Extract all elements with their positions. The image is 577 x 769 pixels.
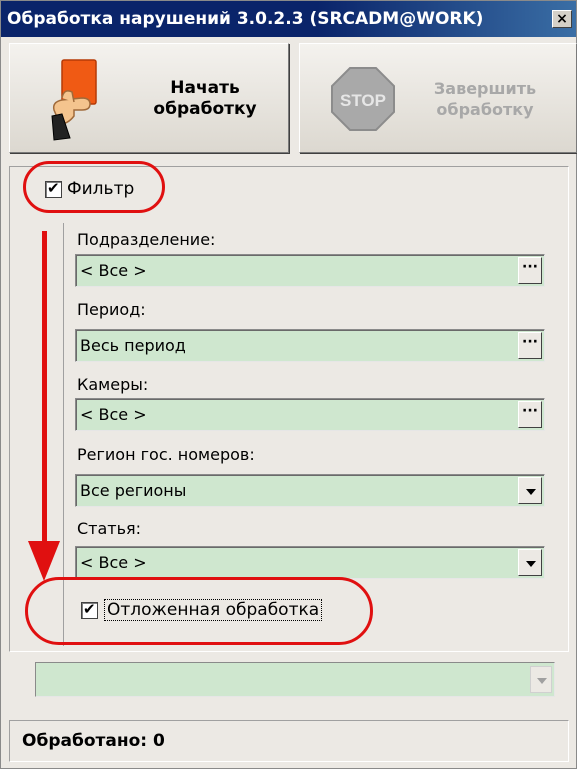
ellipsis-button[interactable]: ···: [518, 257, 542, 284]
start-processing-label: Начать обработку: [153, 78, 257, 119]
processed-count: Обработано: 0: [22, 731, 165, 751]
cameras-value: < Все >: [80, 405, 147, 424]
stop-sign-icon: STOP: [331, 67, 395, 131]
app-window: Обработка нарушений 3.0.2.3 (SRCADM@WORK…: [0, 0, 577, 769]
region-label: Регион гос. номеров:: [77, 445, 255, 464]
chevron-down-icon[interactable]: [530, 666, 552, 693]
annotation-circle-deferred: [25, 577, 373, 645]
division-label: Подразделение:: [77, 230, 216, 249]
annotation-circle-filter: [23, 161, 165, 213]
close-icon[interactable]: ×: [552, 10, 572, 28]
hand-red-card-icon: [51, 59, 97, 141]
title-bar: Обработка нарушений 3.0.2.3 (SRCADM@WORK…: [1, 1, 576, 37]
division-value: < Все >: [80, 261, 147, 280]
start-processing-button[interactable]: Начать обработку: [9, 43, 289, 153]
period-field[interactable]: Весь период ···: [75, 329, 545, 362]
article-label: Статья:: [77, 519, 142, 538]
article-select[interactable]: < Все >: [75, 546, 545, 579]
region-value: Все регионы: [80, 481, 187, 500]
stop-sign-text: STOP: [340, 91, 386, 110]
stop-processing-label: Завершить обработку: [433, 79, 537, 119]
toolbar: Начать обработку STOP Завершить обработк…: [9, 43, 577, 153]
period-value: Весь период: [80, 336, 186, 355]
region-select[interactable]: Все регионы: [75, 474, 545, 507]
cameras-field[interactable]: < Все > ···: [75, 398, 545, 431]
annotation-arrow-line: [42, 231, 47, 547]
stop-processing-button[interactable]: STOP Завершить обработку: [299, 43, 577, 153]
ellipsis-button[interactable]: ···: [518, 332, 542, 359]
cameras-label: Камеры:: [77, 375, 149, 394]
annotation-arrow-head: [28, 541, 60, 581]
window-title: Обработка нарушений 3.0.2.3 (SRCADM@WORK…: [7, 9, 484, 29]
status-bar: Обработано: 0: [9, 720, 569, 762]
division-field[interactable]: < Все > ···: [75, 254, 545, 287]
bottom-combo[interactable]: [35, 662, 555, 697]
period-label: Период:: [77, 300, 146, 319]
chevron-down-icon[interactable]: [518, 477, 542, 504]
chevron-down-icon[interactable]: [518, 549, 542, 576]
article-value: < Все >: [80, 553, 147, 572]
ellipsis-button[interactable]: ···: [518, 401, 542, 428]
